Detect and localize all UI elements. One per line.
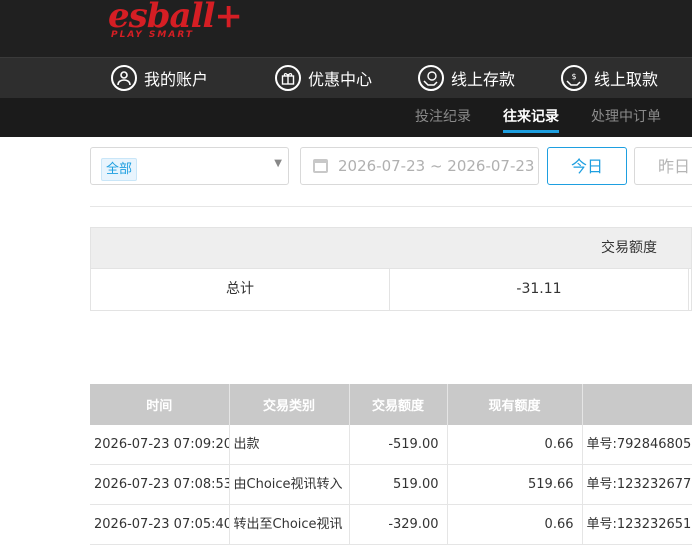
cell-note: 单号:792846805: [582, 425, 692, 465]
cell-balance: 519.66: [447, 464, 583, 505]
summary-table: 交易额度 总计 -31.11: [90, 227, 692, 311]
top-bar: esball+ PLAY SMART: [0, 0, 692, 57]
summary-value: -31.11: [390, 269, 689, 310]
cell-amount: 519.00: [349, 464, 448, 505]
records-header-row: 时间 交易类别 交易额度 现有额度: [90, 384, 692, 425]
cell-type: 出款: [229, 425, 350, 465]
cell-note: 单号:123232677: [582, 464, 692, 505]
nav-label: 优惠中心: [308, 70, 373, 89]
cell-time: 2026-07-23 07:09:20: [90, 425, 230, 465]
date-range-text: 2026-07-23 ~ 2026-07-23: [338, 157, 535, 175]
cell-balance: 0.66: [447, 504, 583, 545]
user-icon: [111, 65, 137, 91]
caret-down-icon: ▼: [274, 158, 282, 169]
cell-type: 转出至Choice视讯: [229, 504, 350, 545]
records-table: 时间 交易类别 交易额度 现有额度 2026-07-23 07:09:20 出款…: [90, 384, 692, 545]
main-nav: 我的账户 优惠中心 线上存款 $ 线上取款: [0, 57, 692, 98]
table-row: 2026-07-23 07:05:40 转出至Choice视讯 -329.00 …: [90, 504, 692, 545]
nav-withdraw[interactable]: $ 线上取款: [561, 58, 658, 98]
summary-header: 交易额度: [90, 227, 692, 268]
gift-icon: [275, 65, 301, 91]
cell-time: 2026-07-23 07:05:40: [90, 504, 230, 545]
cell-amount: -519.00: [349, 425, 448, 465]
summary-row: 总计 -31.11: [90, 268, 692, 311]
nav-label: 线上取款: [594, 70, 659, 89]
summary-header-label: 交易额度: [601, 240, 657, 256]
logo-tagline: PLAY SMART: [111, 30, 194, 40]
cell-amount: -329.00: [349, 504, 448, 545]
cell-time: 2026-07-23 07:08:53: [90, 464, 230, 505]
yesterday-button[interactable]: 昨日: [634, 147, 692, 185]
calendar-icon: [313, 159, 328, 173]
cell-type: 由Choice视讯转入: [229, 464, 350, 505]
svg-text:$: $: [571, 72, 576, 81]
summary-label: 总计: [91, 269, 390, 310]
col-note: [582, 384, 692, 425]
col-time: 时间: [90, 384, 230, 425]
tab-bet-records[interactable]: 投注纪录: [415, 98, 471, 137]
tab-transaction-records[interactable]: 往来记录: [503, 98, 559, 137]
col-balance: 现有额度: [447, 384, 583, 425]
table-row: 2026-07-23 07:08:53 由Choice视讯转入 519.00 5…: [90, 464, 692, 505]
category-tag: 全部: [101, 158, 138, 181]
nav-deposit[interactable]: 线上存款: [418, 58, 515, 98]
cell-balance: 0.66: [447, 425, 583, 465]
nav-my-account[interactable]: 我的账户: [111, 58, 208, 98]
cell-note: 单号:123232651: [582, 504, 692, 545]
esball-logo[interactable]: esball+ PLAY SMART: [108, 0, 243, 44]
deposit-icon: [418, 65, 444, 91]
col-amount: 交易额度: [349, 384, 448, 425]
category-select[interactable]: 全部 ▼: [90, 147, 289, 185]
sub-nav: 投注纪录 往来记录 处理中订单: [0, 98, 692, 137]
table-row: 2026-07-23 07:09:20 出款 -519.00 0.66 单号:7…: [90, 425, 692, 465]
today-button[interactable]: 今日: [547, 147, 627, 185]
divider: [90, 206, 692, 207]
nav-promotions[interactable]: 优惠中心: [275, 58, 372, 98]
tab-pending-orders[interactable]: 处理中订单: [591, 98, 661, 137]
col-type: 交易类别: [229, 384, 350, 425]
nav-label: 线上存款: [451, 70, 516, 89]
date-range-input[interactable]: 2026-07-23 ~ 2026-07-23: [300, 147, 539, 185]
nav-label: 我的账户: [144, 70, 209, 89]
withdraw-icon: $: [561, 65, 587, 91]
